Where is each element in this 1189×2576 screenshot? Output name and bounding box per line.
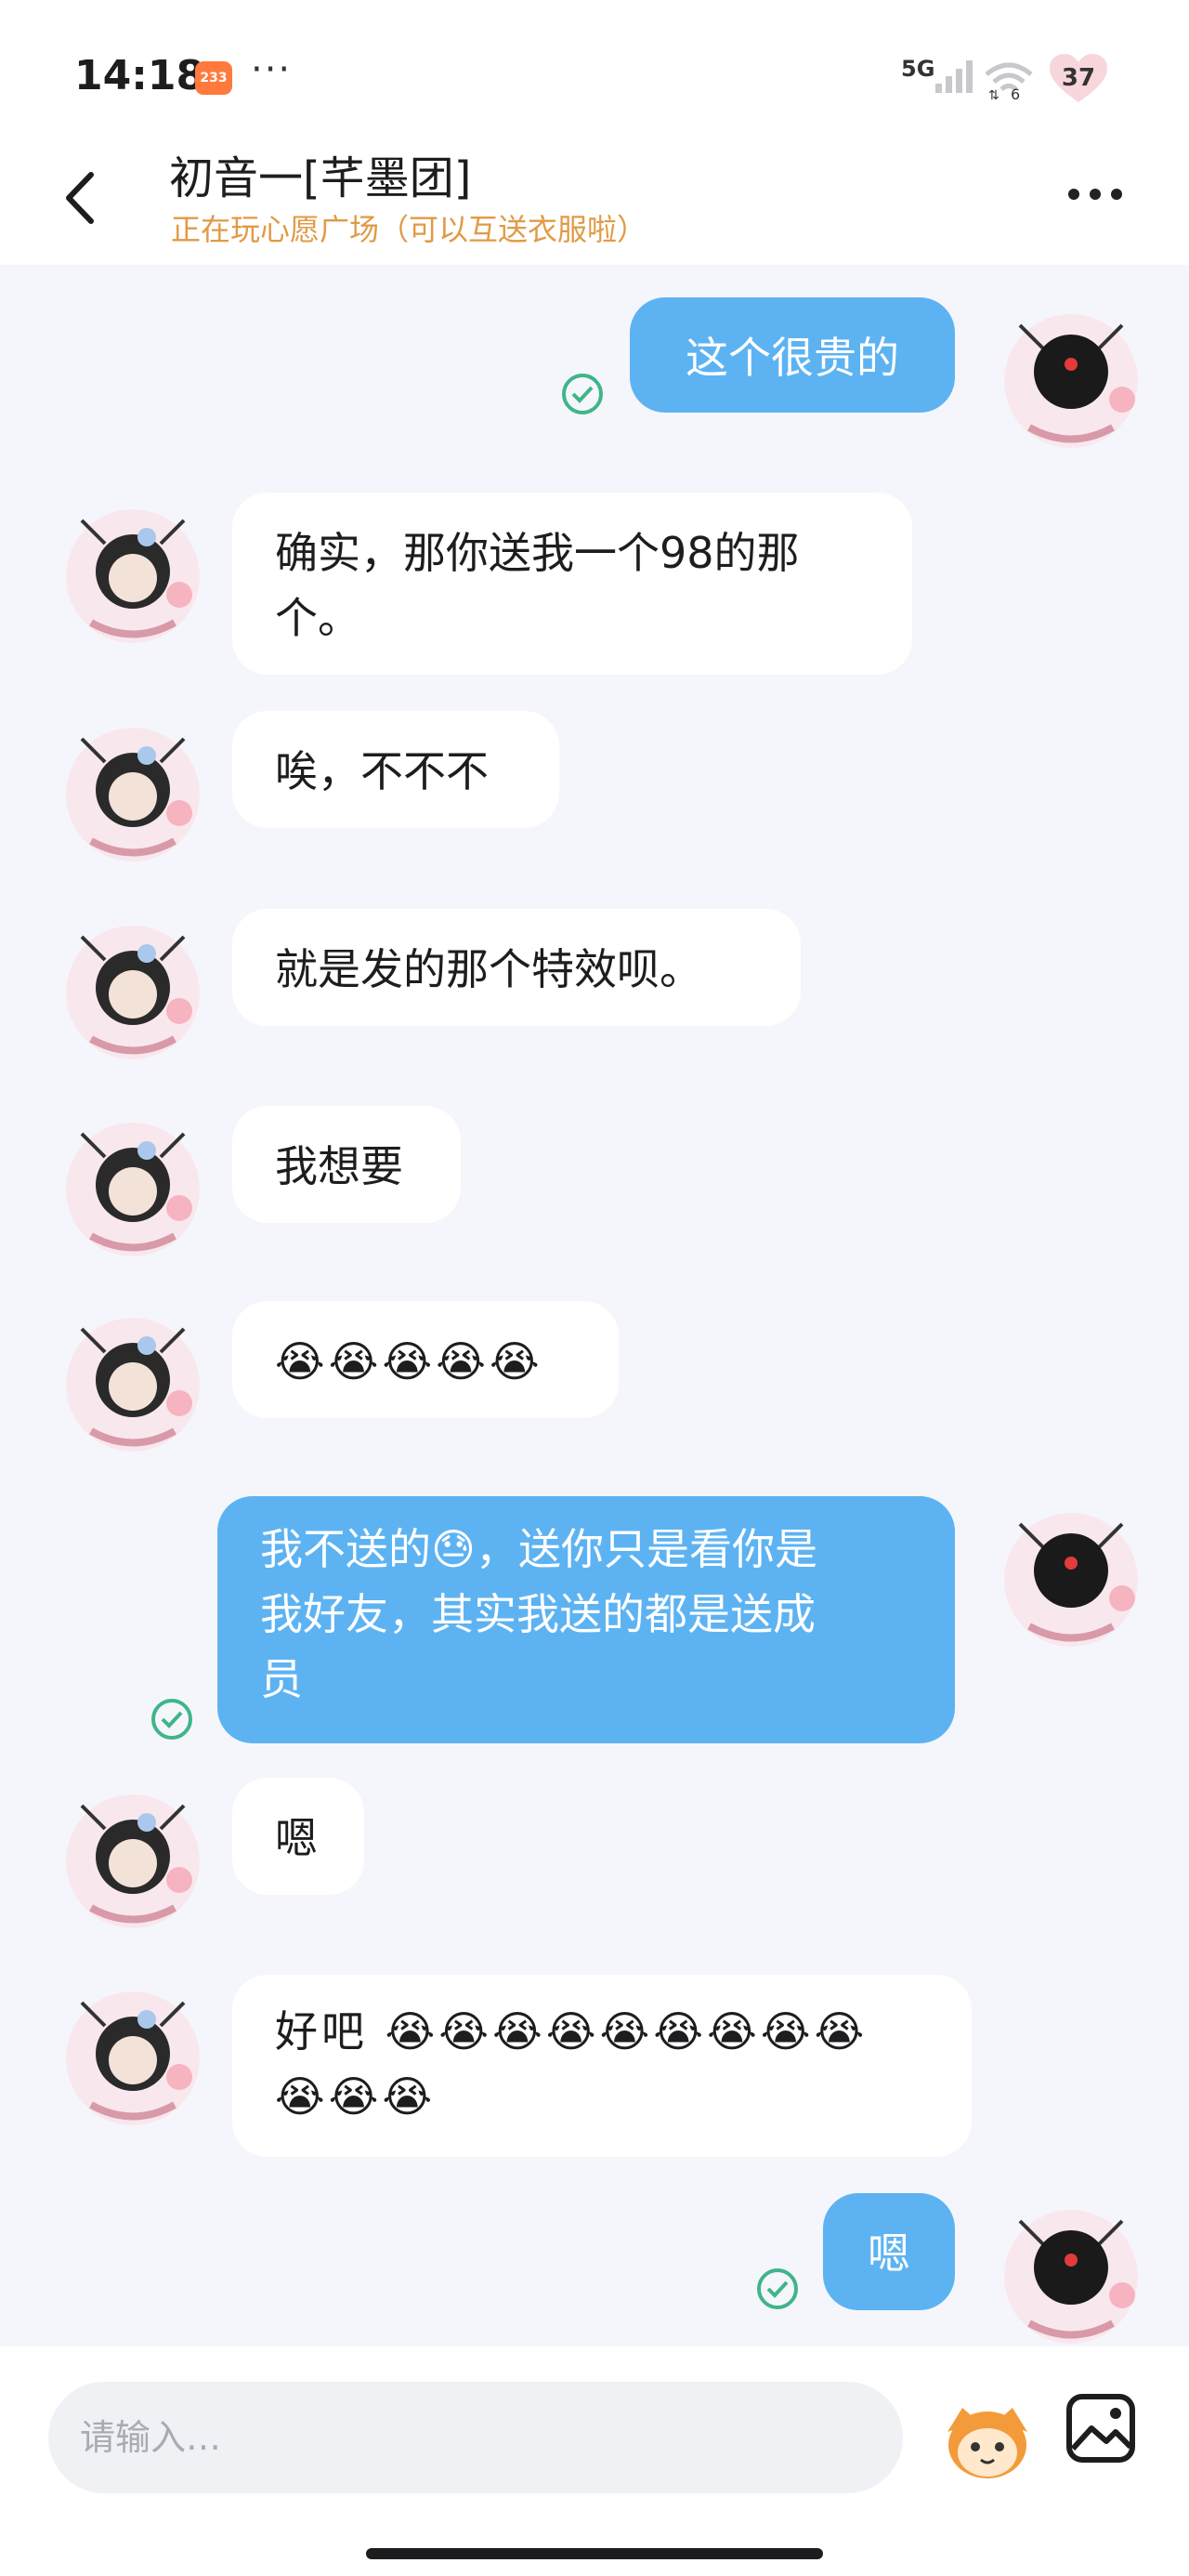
contact-activity-status: 正在玩心愿广场（可以互送衣服啦） <box>171 212 647 247</box>
status-time: 14:18 <box>74 52 205 99</box>
contact-avatar[interactable] <box>54 1301 212 1459</box>
more-options-button[interactable] <box>1068 186 1143 214</box>
incoming-message[interactable]: 我想要 <box>232 1106 461 1223</box>
contact-avatar[interactable] <box>54 711 212 869</box>
message-list: 这个很贵的 确实，那你送我一个98的那 个。 唉，不不不 就是发的那个特效呗。 … <box>0 265 1189 2346</box>
image-picker-icon[interactable] <box>1064 2391 1138 2465</box>
back-button[interactable] <box>54 165 110 230</box>
more-notifications-icon: ··· <box>251 48 293 91</box>
contact-avatar[interactable] <box>54 493 212 651</box>
wifi-label: 6 <box>1011 85 1020 100</box>
svg-text:⇅: ⇅ <box>988 88 1000 100</box>
wifi-icon: 6 ⇅ <box>985 62 1033 100</box>
home-indicator <box>366 2548 823 2559</box>
contact-name[interactable]: 初音一[芊墨团] <box>169 141 471 206</box>
battery-level: 37 <box>1061 64 1096 92</box>
incoming-message[interactable]: 确实，那你送我一个98的那 个。 <box>232 493 912 675</box>
contact-avatar[interactable] <box>54 1778 212 1936</box>
incoming-message[interactable]: 唉，不不不 <box>232 711 559 828</box>
more-dots-icon <box>1068 189 1079 200</box>
contact-avatar[interactable] <box>54 1106 212 1264</box>
contact-avatar[interactable] <box>54 909 212 1067</box>
read-check-icon <box>151 1699 192 1740</box>
read-check-icon <box>757 2268 798 2309</box>
battery-indicator: 37 <box>1048 52 1109 104</box>
outgoing-message[interactable]: 我不送的😓，送你只是看你是 我好友，其实我送的都是送成 员 <box>217 1496 955 1743</box>
app-notification-icon: 233 <box>195 61 232 95</box>
incoming-message[interactable]: 😭😭😭😭😭 <box>232 1301 619 1418</box>
signal-icon <box>935 60 973 93</box>
outgoing-message[interactable]: 这个很贵的 <box>630 297 955 413</box>
incoming-message[interactable]: 就是发的那个特效呗。 <box>232 909 801 1026</box>
contact-avatar[interactable] <box>54 1975 212 2133</box>
my-avatar[interactable] <box>992 297 1150 455</box>
read-check-icon <box>562 374 603 414</box>
my-avatar[interactable] <box>992 1496 1150 1654</box>
incoming-message[interactable]: 好吧 😭😭😭😭😭😭😭😭😭 😭😭😭 <box>232 1975 972 2157</box>
my-avatar[interactable] <box>992 2193 1150 2351</box>
message-input[interactable] <box>48 2382 903 2493</box>
emoji-mascot-icon[interactable] <box>936 2387 1039 2490</box>
status-bar: 14:18 233 ··· 5G 6 ⇅ 37 <box>0 0 1189 139</box>
chat-header: 初音一[芊墨团] 正在玩心愿广场（可以互送衣服啦） <box>0 139 1189 265</box>
input-bar <box>0 2346 1189 2576</box>
outgoing-message[interactable]: 嗯 <box>823 2193 955 2310</box>
network-type-label: 5G <box>901 56 935 82</box>
incoming-message[interactable]: 嗯 <box>232 1778 364 1895</box>
